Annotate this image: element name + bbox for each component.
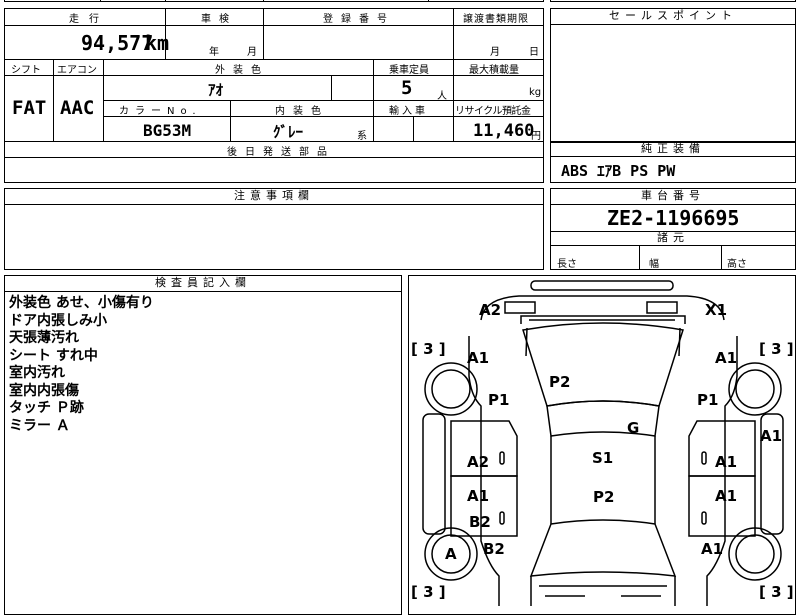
car-diagram-box: [ 3 ] [ 3 ] [ 3 ] [ 3 ] A2 X1 A1 A1 P2 P… xyxy=(408,275,796,615)
caution-label: 注意事項欄 xyxy=(234,189,314,202)
inspector-notes-box: 検査員記入欄 外装色 あせ、小傷有り ドア内張しみ小 天張薄汚れ シート すれ中… xyxy=(4,275,402,615)
mileage-value: 94,577 xyxy=(81,31,154,55)
exterior-color-label: 外装色 xyxy=(215,65,269,76)
inspector-note-line: 天張薄汚れ xyxy=(9,330,79,346)
recycle-unit: 円 xyxy=(531,131,541,142)
damage-mark: A1 xyxy=(467,349,490,367)
damage-mark: A2 xyxy=(479,301,502,319)
transfer-day-unit: 日 xyxy=(529,47,539,58)
damage-mark: A1 xyxy=(467,487,490,505)
damage-mark: B2 xyxy=(469,513,491,531)
tread-mark-rear-left: [ 3 ] xyxy=(411,583,446,601)
chassis-box: 車台番号 ZE2-1196695 諸元 長さ 幅 高さ xyxy=(550,188,796,270)
tread-mark-front-right: [ 3 ] xyxy=(759,340,794,358)
recycle-value: 11,460 xyxy=(473,121,535,141)
caution-box: 注意事項欄 xyxy=(4,188,544,270)
max-load-label: 最大積載量 xyxy=(469,65,519,76)
exterior-color-value: ｱｵ xyxy=(208,81,224,99)
max-load-unit: kg xyxy=(529,87,542,98)
dimensions-label: 諸元 xyxy=(657,231,689,244)
inspector-note-line: 外装色 あせ、小傷有り xyxy=(9,295,154,311)
transfer-month-unit: 月 xyxy=(490,47,500,58)
sales-point-box: セールスポイント xyxy=(550,8,796,142)
shift-value: FAT xyxy=(12,97,47,119)
shift-label: シフト xyxy=(11,65,41,76)
inspector-note-line: シート すれ中 xyxy=(9,347,98,364)
transfer-deadline-label: 譲渡書類期限 xyxy=(463,14,529,25)
capacity-value: 5 xyxy=(401,77,413,99)
capacity-unit: 人 xyxy=(437,91,447,102)
interior-color-unit: 系 xyxy=(357,131,367,142)
inspector-label: 検査員記入欄 xyxy=(155,276,251,289)
mileage-unit: km xyxy=(145,31,170,55)
recycle-label: リサイクル預託金 xyxy=(455,106,531,117)
tread-mark-front-left: [ 3 ] xyxy=(411,340,446,358)
inspector-note-line: ミラー Ａ xyxy=(9,417,70,434)
damage-mark: A1 xyxy=(715,453,738,471)
chassis-label: 車台番号 xyxy=(641,189,705,202)
vehicle-info-grid: 走行 車検 登録番号 譲渡書類期限 94,577 km 年 月 月 日 シフト … xyxy=(4,8,544,183)
damage-mark: X1 xyxy=(705,301,728,319)
mileage-label: 走行 xyxy=(69,14,109,25)
damage-mark: P1 xyxy=(488,391,510,409)
chassis-number: ZE2-1196695 xyxy=(607,206,740,230)
width-label: 幅 xyxy=(649,259,659,270)
damage-mark: A xyxy=(445,545,457,563)
inspection-year-unit: 年 xyxy=(209,47,219,58)
length-label: 長さ xyxy=(557,259,577,270)
equipment-box: 純正装備 ABS ｴｱB PS PW xyxy=(550,142,796,183)
top-strip xyxy=(4,0,544,2)
damage-mark: S1 xyxy=(592,449,614,467)
damage-mark: P2 xyxy=(593,488,615,506)
damage-mark: A1 xyxy=(701,540,724,558)
inspection-label: 車検 xyxy=(201,14,237,25)
equipment-value: ABS ｴｱB PS PW xyxy=(561,162,676,180)
top-strip-right xyxy=(550,0,796,2)
registration-label: 登録番号 xyxy=(323,14,395,25)
inspection-month-unit: 月 xyxy=(247,47,257,58)
damage-mark: P2 xyxy=(549,373,571,391)
inspector-note-line: ドア内張しみ小 xyxy=(9,312,107,329)
interior-color-label: 内装色 xyxy=(275,106,329,117)
color-no-label: カラーNo. xyxy=(119,106,202,117)
tread-mark-rear-right: [ 3 ] xyxy=(759,583,794,601)
inspector-note-line: タッチ Ｐ跡 xyxy=(9,400,84,416)
color-no-value: BG53M xyxy=(143,121,192,140)
damage-mark: A1 xyxy=(760,427,783,445)
inspector-note-line: 室内汚れ xyxy=(9,365,65,381)
inspector-note-line: 室内内張傷 xyxy=(9,382,79,399)
damage-mark: B2 xyxy=(483,540,505,558)
aircon-value: AAC xyxy=(60,97,95,119)
height-label: 高さ xyxy=(727,259,747,270)
damage-mark: A2 xyxy=(467,453,490,471)
capacity-label: 乗車定員 xyxy=(389,65,429,76)
damage-mark: A1 xyxy=(715,487,738,505)
equipment-label: 純正装備 xyxy=(641,142,705,155)
inspector-notes-list: 外装色 あせ、小傷有り ドア内張しみ小 天張薄汚れ シート すれ中 室内汚れ 室… xyxy=(9,295,154,435)
car-outline-diagram xyxy=(422,280,784,606)
sales-point-label: セールスポイント xyxy=(609,9,737,22)
import-label: 輸入車 xyxy=(389,106,428,117)
parts-label: 後日発送部品 xyxy=(227,147,335,158)
damage-mark: P1 xyxy=(697,391,719,409)
interior-color-value: ｸﾞﾚｰ xyxy=(273,123,304,141)
damage-mark: A1 xyxy=(715,349,738,367)
damage-mark: G xyxy=(627,419,640,437)
aircon-label: エアコン xyxy=(57,65,97,76)
